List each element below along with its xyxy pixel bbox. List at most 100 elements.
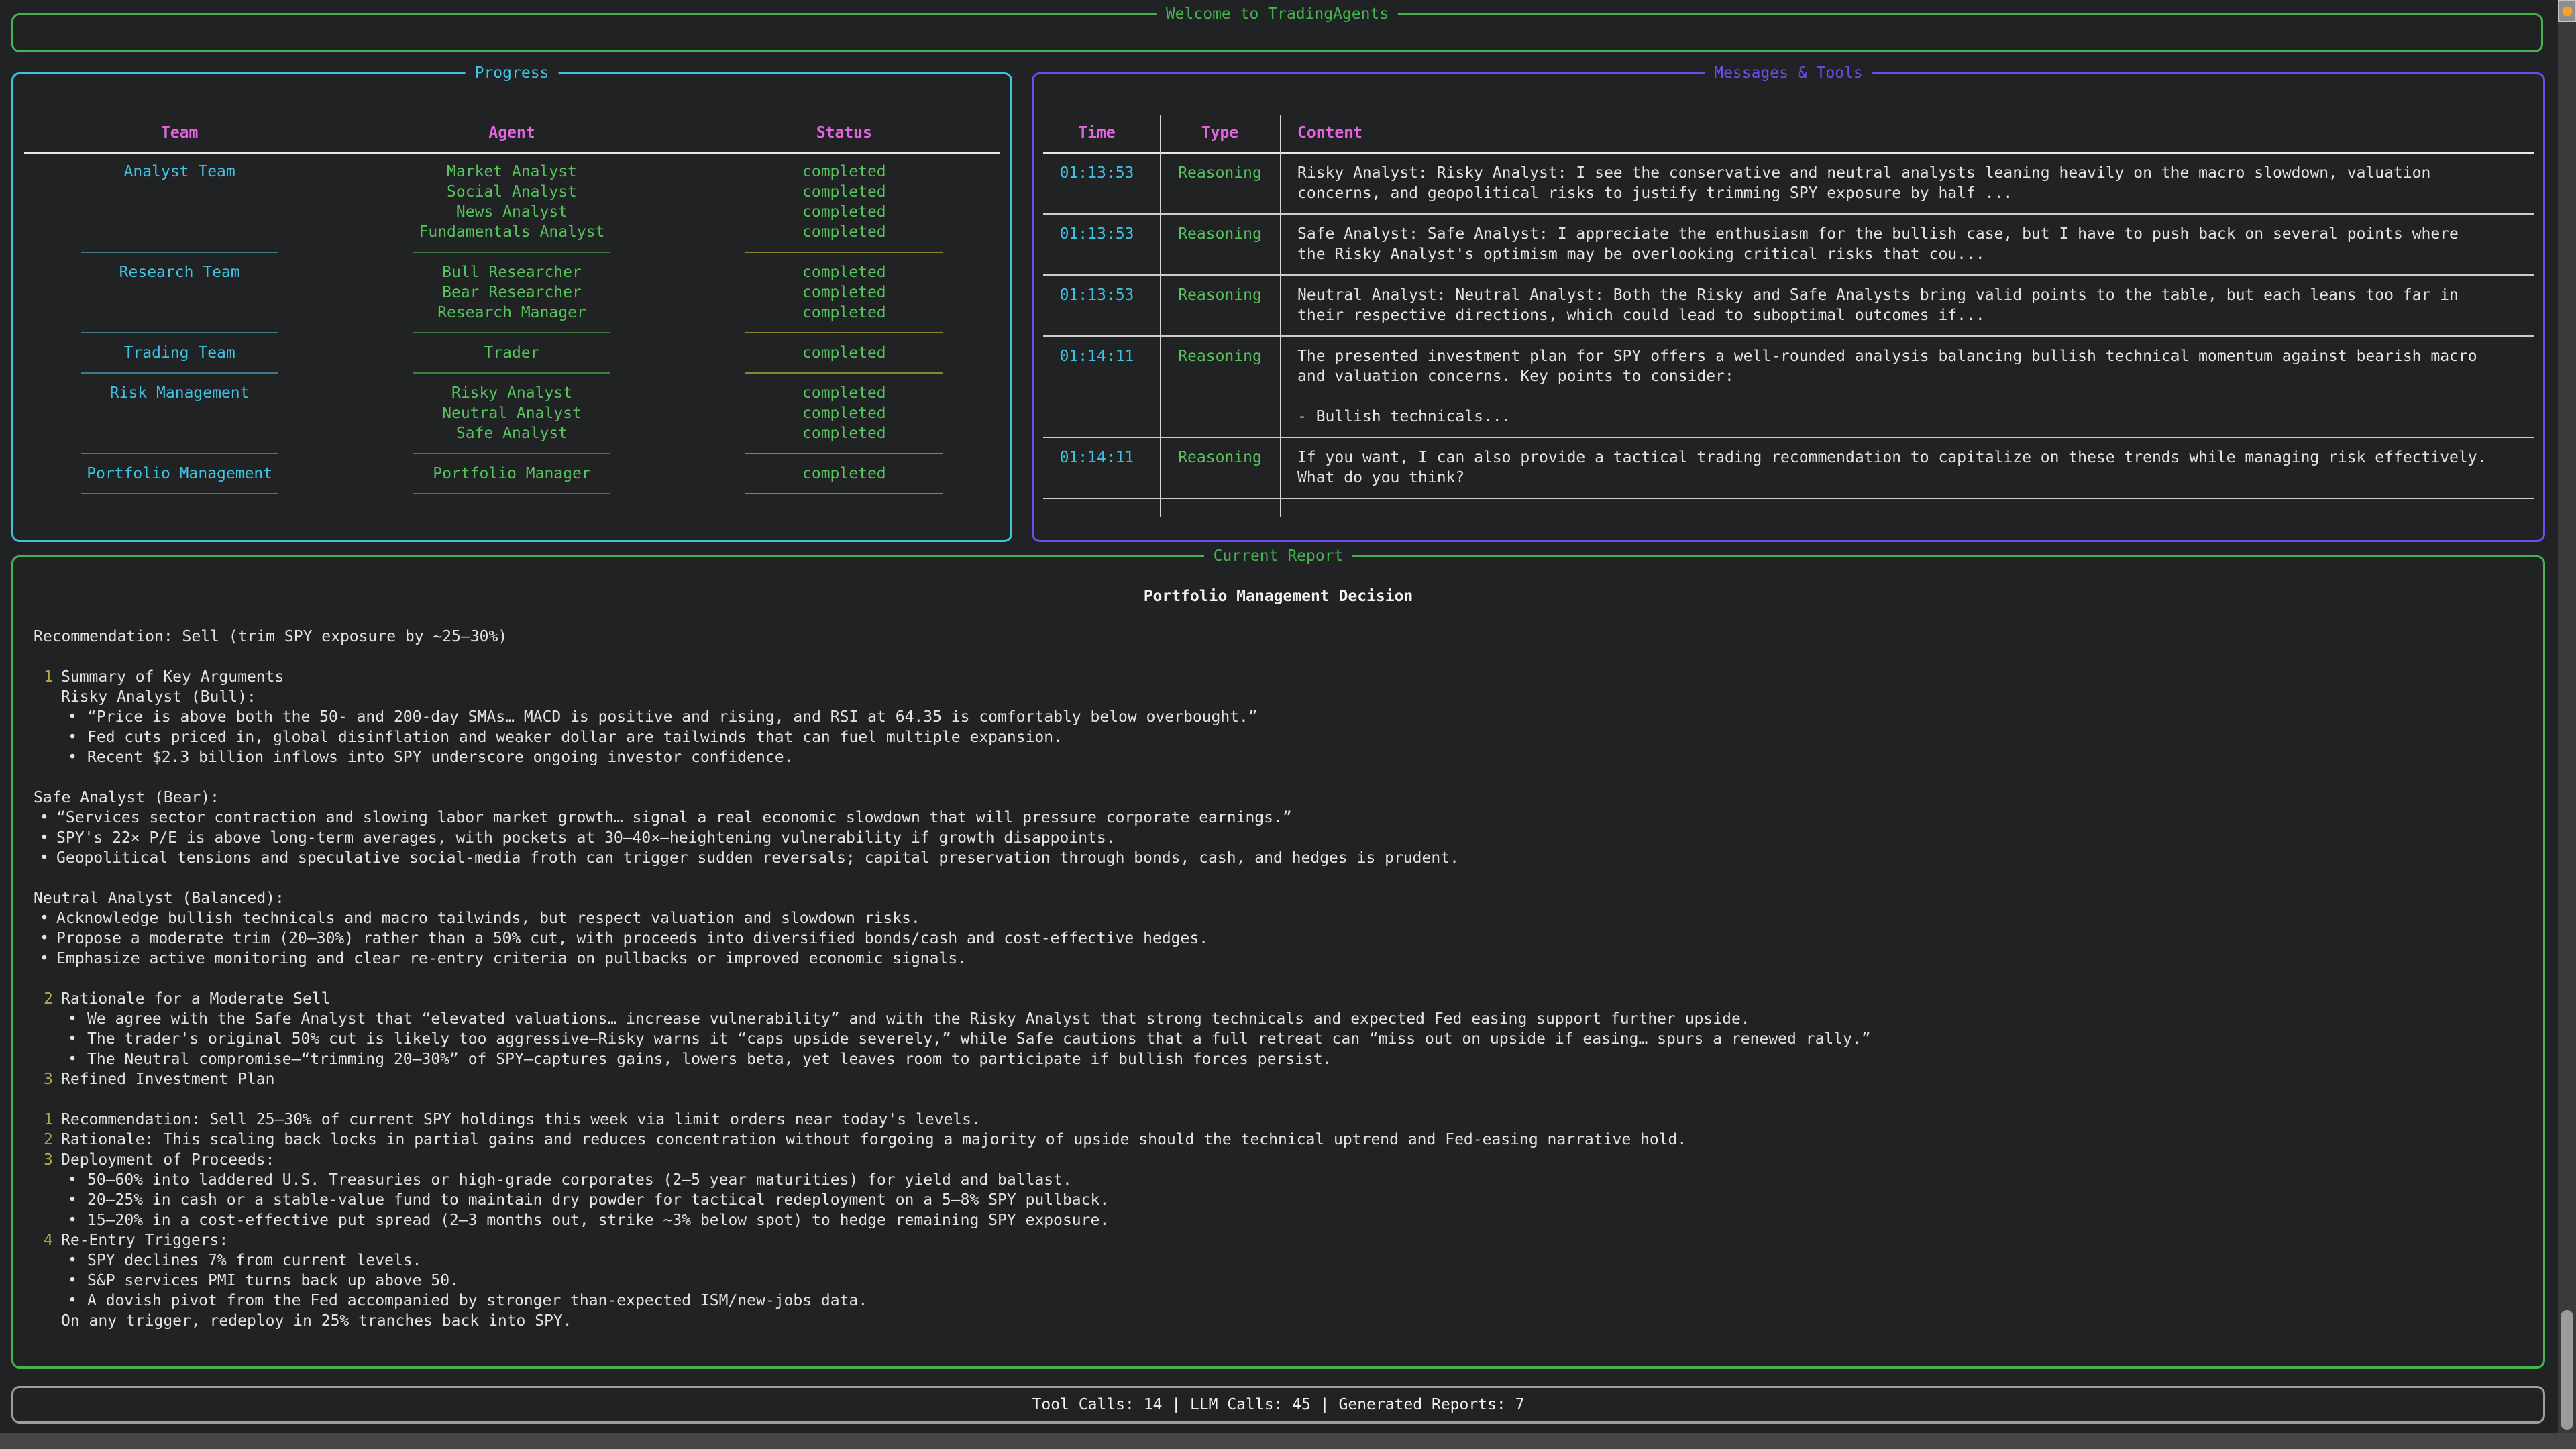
message-content: Neutral Analyst: Neutral Analyst: Both t…	[1280, 285, 2543, 325]
column-header-status: Status	[678, 123, 1010, 143]
list-number: 1	[44, 667, 61, 687]
report-blank-line	[13, 606, 2543, 627]
report-bullet-item: •S&P services PMI turns back up above 50…	[13, 1271, 2543, 1291]
message-time: 01:14:11	[1034, 346, 1160, 427]
report-list-item: 4Re-Entry Triggers:	[13, 1230, 2543, 1250]
message-row: 01:13:53ReasoningSafe Analyst: Safe Anal…	[1034, 215, 2543, 274]
header-separator	[24, 152, 1000, 154]
progress-panel: Progress Team Agent Status Analyst TeamM…	[11, 72, 1012, 542]
bullet-icon: •	[68, 747, 87, 767]
bullet-icon: •	[40, 808, 56, 828]
table-row: Neutral Analystcompleted	[13, 403, 1010, 423]
list-number: 4	[44, 1230, 61, 1250]
report-line-text: SPY declines 7% from current levels.	[87, 1252, 422, 1269]
report-bullet-item: •Propose a moderate trim (20–30%) rather…	[13, 928, 2543, 949]
team-cell: Research Team	[13, 262, 345, 282]
separator-line	[81, 493, 278, 494]
report-line-text: Rationale: This scaling back locks in pa…	[61, 1131, 1686, 1148]
current-report-panel: Current Report Portfolio Management Deci…	[11, 555, 2545, 1368]
message-content: The presented investment plan for SPY of…	[1280, 346, 2543, 427]
agent-cell: Neutral Analyst	[345, 403, 678, 423]
report-line-text: The trader's original 50% cut is likely …	[87, 1030, 1871, 1048]
bullet-icon: •	[40, 949, 56, 969]
table-row: Research TeamBull Researchercompleted	[13, 262, 1010, 282]
table-row: Risk ManagementRisky Analystcompleted	[13, 383, 1010, 403]
report-line-text: Propose a moderate trim (20–30%) rather …	[56, 930, 1208, 947]
message-type: Reasoning	[1160, 163, 1280, 203]
table-row: Research Managercompleted	[13, 303, 1010, 323]
separator-line	[81, 332, 278, 333]
report-blank-line	[13, 767, 2543, 788]
agent-cell: Social Analyst	[345, 182, 678, 202]
report-list-item: 3Refined Investment Plan	[13, 1069, 2543, 1089]
column-header-type: Type	[1160, 123, 1280, 143]
report-line-text: Refined Investment Plan	[61, 1071, 275, 1088]
team-cell	[13, 222, 345, 242]
list-number: 1	[44, 1110, 61, 1130]
separator-line	[413, 453, 610, 454]
group-separator	[13, 484, 1010, 504]
message-content: Safe Analyst: Safe Analyst: I appreciate…	[1280, 224, 2543, 264]
message-type: Reasoning	[1160, 224, 1280, 264]
report-list-item: 2Rationale: This scaling back locks in p…	[13, 1130, 2543, 1150]
report-bullet-item: •Geopolitical tensions and speculative s…	[13, 848, 2543, 868]
progress-title: Progress	[466, 63, 559, 83]
orange-dot-icon	[2562, 6, 2572, 16]
report-line: Neutral Analyst (Balanced):	[13, 888, 2543, 908]
list-number: 2	[44, 1130, 61, 1150]
table-row: Safe Analystcompleted	[13, 423, 1010, 443]
separator-line	[413, 372, 610, 374]
report-line-text: 15–20% in a cost-effective put spread (2…	[87, 1212, 1109, 1229]
separator-line	[81, 453, 278, 454]
column-divider	[1160, 115, 1161, 517]
agent-cell: Market Analyst	[345, 162, 678, 182]
message-type: Reasoning	[1160, 285, 1280, 325]
status-cell: completed	[678, 182, 1010, 202]
progress-table-header: Team Agent Status	[13, 123, 1010, 143]
report-bullet-item: •SPY declines 7% from current levels.	[13, 1250, 2543, 1271]
report-blank-line	[13, 1089, 2543, 1110]
progress-table-body: Analyst TeamMarket AnalystcompletedSocia…	[13, 162, 1010, 504]
status-cell: completed	[678, 222, 1010, 242]
report-list-item: 3Deployment of Proceeds:	[13, 1150, 2543, 1170]
bullet-icon: •	[68, 1291, 87, 1311]
report-line-text: SPY's 22× P/E is above long-term average…	[56, 829, 1116, 847]
scrollbar-track[interactable]	[2558, 0, 2576, 1449]
report-blank-line	[13, 868, 2543, 888]
message-time: 01:13:53	[1034, 163, 1160, 203]
report-bullet-item: •20–25% in cash or a stable-value fund t…	[13, 1190, 2543, 1210]
bullet-icon: •	[68, 1250, 87, 1271]
message-time: 01:13:53	[1034, 224, 1160, 264]
scrollbar-thumb[interactable]	[2561, 1310, 2573, 1430]
team-cell: Analyst Team	[13, 162, 345, 182]
report-line-text: “Services sector contraction and slowing…	[56, 809, 1292, 826]
welcome-title: Welcome to TradingAgents	[1157, 4, 1398, 24]
report-line-text: Recent $2.3 billion inflows into SPY und…	[87, 749, 793, 766]
report-line-text: “Price is above both the 50- and 200-day…	[87, 708, 1258, 726]
status-cell: completed	[678, 303, 1010, 323]
separator-line	[81, 252, 278, 253]
message-content: Risky Analyst: Risky Analyst: I see the …	[1280, 163, 2543, 203]
report-line: Risky Analyst (Bull):	[13, 687, 2543, 707]
group-separator	[13, 242, 1010, 262]
status-cell: completed	[678, 383, 1010, 403]
current-report-title: Current Report	[1204, 546, 1353, 566]
report-line-text: Summary of Key Arguments	[61, 668, 284, 686]
separator-line	[413, 332, 610, 333]
team-cell	[13, 182, 345, 202]
agent-cell: Bull Researcher	[345, 262, 678, 282]
separator-line	[413, 493, 610, 494]
report-bullet-item: •Recent $2.3 billion inflows into SPY un…	[13, 747, 2543, 767]
message-time: 01:14:11	[1034, 447, 1160, 488]
report-blank-line	[13, 969, 2543, 989]
report-bullet-item: •Emphasize active monitoring and clear r…	[13, 949, 2543, 969]
welcome-panel: Welcome to TradingAgents	[11, 13, 2543, 52]
report-line-text: Deployment of Proceeds:	[61, 1151, 275, 1169]
row-separator	[1043, 498, 2534, 499]
report-bullet-item: •We agree with the Safe Analyst that “el…	[13, 1009, 2543, 1029]
report-bullet-item: •A dovish pivot from the Fed accompanied…	[13, 1291, 2543, 1311]
bullet-icon: •	[68, 727, 87, 747]
team-cell: Trading Team	[13, 343, 345, 363]
separator-line	[745, 453, 943, 454]
agent-cell: Fundamentals Analyst	[345, 222, 678, 242]
